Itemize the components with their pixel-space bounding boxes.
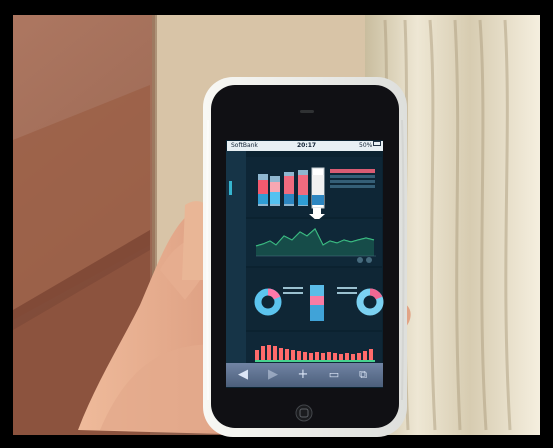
carrier-label: SoftBank — [231, 142, 258, 149]
earpiece — [300, 110, 314, 113]
browser-toolbar: ◀ ▶ + ▭ ⧉ — [226, 363, 383, 387]
home-button[interactable] — [295, 404, 313, 422]
plus-icon[interactable]: + — [294, 366, 312, 384]
pages-icon[interactable]: ⧉ — [354, 366, 372, 384]
battery-icon — [373, 141, 381, 146]
back-arrow-icon[interactable]: ◀ — [234, 366, 252, 384]
clock-label: 20:17 — [297, 142, 317, 149]
battery-label: 50% — [359, 142, 373, 149]
book-icon[interactable]: ▭ — [325, 366, 343, 384]
status-bar: SoftBank 20:17 50% — [227, 141, 383, 151]
forward-arrow-icon[interactable]: ▶ — [264, 366, 282, 384]
